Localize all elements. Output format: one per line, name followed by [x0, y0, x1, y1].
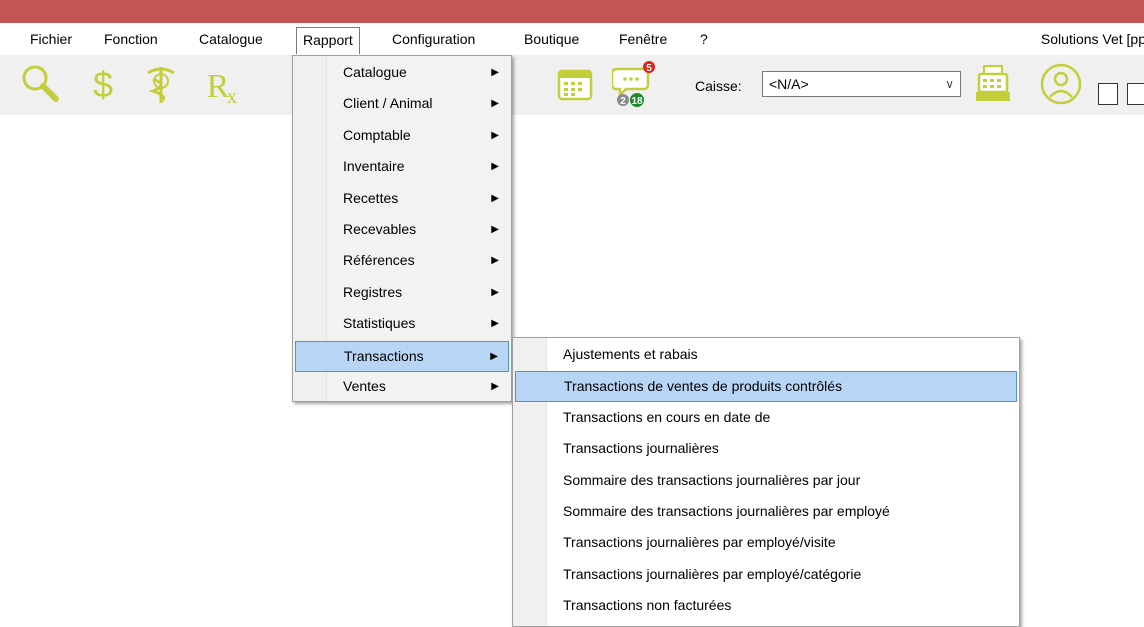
menu-bar: Fichier Fonction Catalogue Rapport Confi… [0, 23, 1144, 55]
calendar-icon[interactable] [552, 61, 598, 107]
submenu-arrow-icon: ▶ [491, 286, 499, 298]
menu-fonction[interactable]: Fonction [98, 27, 164, 52]
search-icon[interactable] [18, 61, 64, 107]
menu-item-label: Références [343, 252, 415, 269]
caduceus-icon[interactable] [138, 61, 184, 107]
menu-item-comptable[interactable]: Comptable ▶ [295, 121, 509, 152]
menu-item-catalogue[interactable]: Catalogue ▶ [295, 58, 509, 89]
submenu-arrow-icon: ▶ [490, 350, 498, 362]
submenu-arrow-icon: ▶ [491, 129, 499, 141]
submenu-item-transactions-en-cours-en-date-de[interactable]: Transactions en cours en date de [515, 403, 1017, 434]
menu-fichier[interactable]: Fichier [24, 27, 78, 52]
menu-item-label: Comptable [343, 126, 411, 143]
app-title: Solutions Vet [pp [1040, 31, 1144, 47]
submenu-arrow-icon: ▶ [491, 381, 499, 392]
rx-icon[interactable]: Rx [198, 61, 244, 108]
menu-boutique[interactable]: Boutique [518, 27, 585, 52]
rapport-menu: Catalogue ▶ Client / Animal ▶ Comptable ▶ Inve… [292, 55, 512, 402]
menu-item-recevables[interactable]: Recevables ▶ [295, 215, 509, 246]
submenu-item-sommaire-des-transactions-journalieres-par-jour[interactable]: Sommaire des transactions journalières p… [515, 466, 1017, 497]
submenu-arrow-icon: ▶ [491, 255, 499, 267]
submenu-item-label: Transactions journalières par employé/vi… [563, 534, 836, 551]
menu-item-label: Registres [343, 283, 403, 300]
submenu-item-label: Sommaire des transactions journalières p… [563, 471, 861, 488]
submenu-arrow-icon: ▶ [491, 161, 499, 173]
caisse-value: <N/A> [769, 76, 809, 92]
menu-item-label: Statistiques [343, 315, 416, 332]
submenu-item-ajustements-et-rabais[interactable]: Ajustements et rabais [515, 340, 1017, 371]
submenu-item-sommaire-des-transactions-journalieres-par-employe[interactable]: Sommaire des transactions journalières p… [515, 497, 1017, 528]
menu-item-label: Transactions [344, 347, 424, 364]
toolbar: $ Rx 5 2 18 Caisse: <N/A> ∨ [0, 55, 1144, 115]
menu-item-label: Inventaire [343, 158, 405, 175]
submenu-arrow-icon: ▶ [491, 318, 499, 330]
submenu-arrow-icon: ▶ [491, 224, 499, 235]
submenu-item-label: Sommaire des transactions journalières p… [563, 503, 890, 519]
submenu-item-transactions-journalieres-par-employe-categorie[interactable]: Transactions journalières par employé/ca… [515, 560, 1017, 591]
submenu-item-transactions-non-facturees[interactable]: Transactions non facturées [515, 591, 1017, 622]
menu-item-label: Recevables [343, 221, 417, 237]
caisse-select[interactable]: <N/A> ∨ [762, 71, 961, 97]
submenu-item-label: Transactions non facturées [563, 597, 732, 614]
menu-item-ventes[interactable]: Ventes ▶ [295, 372, 509, 403]
svg-text:5: 5 [646, 63, 652, 74]
submenu-arrow-icon: ▶ [491, 192, 499, 204]
menu-item-label: Ventes [343, 378, 386, 394]
menu-item-client-animal[interactable]: Client / Animal ▶ [295, 89, 509, 120]
user-refresh-icon[interactable] [1038, 61, 1084, 107]
menu-item-label: Client / Animal [343, 95, 433, 112]
menu-configuration[interactable]: Configuration [386, 27, 481, 52]
menu-catalogue[interactable]: Catalogue [193, 27, 269, 52]
window-title-bar [0, 0, 1144, 23]
svg-text:x: x [227, 86, 237, 107]
menu-item-statistiques[interactable]: Statistiques ▶ [295, 309, 509, 340]
submenu-item-label: Transactions journalières par employé/ca… [563, 565, 862, 582]
submenu-arrow-icon: ▶ [491, 67, 499, 78]
submenu-item-label: Transactions de ventes de produits contr… [564, 378, 843, 395]
submenu-item-label: Transactions en cours en date de [563, 408, 771, 425]
menu-item-label: Catalogue [343, 64, 407, 80]
menu-item-registres[interactable]: Registres ▶ [295, 278, 509, 309]
submenu-item-label: Ajustements et rabais [563, 346, 698, 362]
messages-icon[interactable]: 5 2 18 [610, 61, 658, 107]
submenu-item-transactions-journalieres[interactable]: Transactions journalières [515, 434, 1017, 465]
menu-item-inventaire[interactable]: Inventaire ▶ [295, 152, 509, 183]
menu-item-recettes[interactable]: Recettes ▶ [295, 184, 509, 215]
svg-text:18: 18 [631, 96, 643, 107]
caisse-label: Caisse: [695, 78, 742, 94]
submenu-item-label: Transactions journalières [563, 440, 719, 457]
menu-help[interactable]: ? [694, 27, 714, 52]
submenu-arrow-icon: ▶ [491, 98, 499, 110]
menu-item-transactions[interactable]: Transactions ▶ [295, 340, 509, 372]
svg-text:2: 2 [620, 96, 626, 107]
menu-item-references[interactable]: Références ▶ [295, 246, 509, 277]
transactions-submenu: Ajustements et rabais Transactions de ven… [512, 337, 1020, 627]
submenu-item-transactions-de-ventes-de-produits-controles[interactable]: Transactions de ventes de produits contr… [515, 371, 1017, 403]
close-button[interactable] [1127, 83, 1144, 105]
menu-item-label: Recettes [343, 189, 399, 206]
menu-rapport[interactable]: Rapport [296, 27, 360, 54]
minimize-button[interactable] [1098, 83, 1118, 105]
chevron-down-icon: ∨ [945, 77, 954, 91]
cash-register-icon[interactable] [970, 61, 1016, 107]
dollar-icon[interactable]: $ [80, 61, 126, 107]
submenu-item-transactions-journalieres-par-employe-visite[interactable]: Transactions journalières par employé/vi… [515, 528, 1017, 559]
menu-fenetre[interactable]: Fenêtre [613, 27, 673, 52]
svg-text:$: $ [93, 64, 113, 105]
